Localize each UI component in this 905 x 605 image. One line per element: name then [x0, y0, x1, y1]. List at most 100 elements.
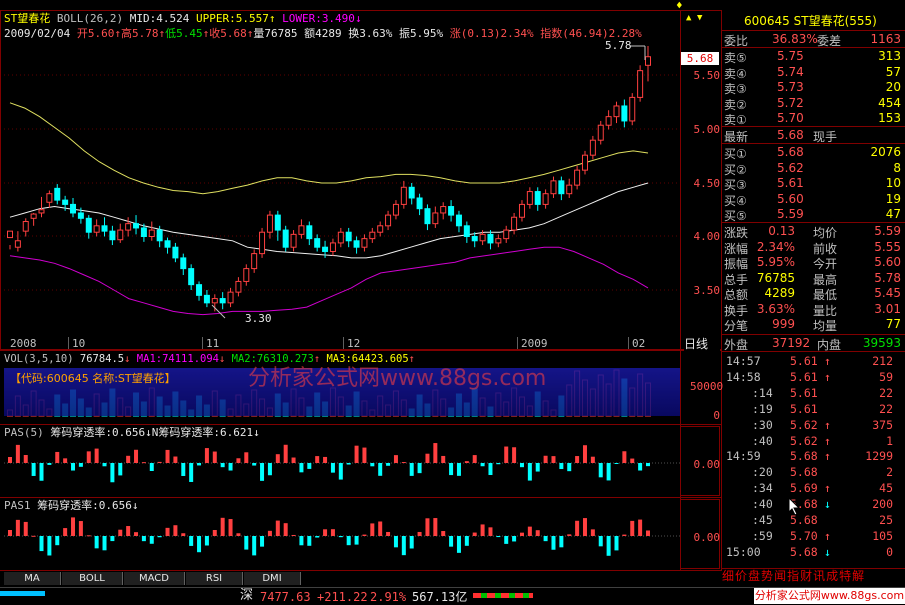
- tick-row[interactable]: :59 5.70 ↑ 105: [722, 529, 905, 545]
- tick-row[interactable]: 14:59 5.68 ↑ 1299: [722, 449, 905, 465]
- y-tick: 3.50: [693, 284, 721, 297]
- x-tick: 12: [347, 337, 361, 350]
- tick-arrow: ↑: [824, 481, 831, 496]
- pas-bar: [236, 458, 241, 463]
- pas-bar: [425, 518, 430, 536]
- tick-arrow: ↑: [824, 433, 831, 448]
- tab-ma[interactable]: MA: [4, 572, 61, 585]
- tick-row[interactable]: :20 5.68 2: [722, 465, 905, 481]
- candle: [109, 230, 116, 241]
- pas5-bars: [4, 443, 680, 483]
- rp-tab[interactable]: 盘: [748, 569, 760, 583]
- stat-row[interactable]: 换手 3.63% 量比 3.01: [722, 302, 905, 318]
- pas-bar: [370, 523, 375, 536]
- bid-row[interactable]: 买⑤ 5.59 47: [722, 207, 905, 223]
- pas-bar: [8, 530, 12, 536]
- pas-bar: [149, 463, 154, 472]
- candle: [369, 231, 376, 240]
- tick-price: 5.68: [790, 449, 818, 464]
- tick-volume: 105: [872, 528, 893, 543]
- ask-price: 5.75: [777, 49, 804, 63]
- rp-tab[interactable]: 财: [800, 569, 812, 583]
- ask-row[interactable]: 卖② 5.72 454: [722, 96, 905, 112]
- candle: [471, 236, 478, 242]
- ask-row[interactable]: 卖④ 5.74 57: [722, 65, 905, 81]
- pas-bar: [39, 536, 44, 552]
- candle: [93, 225, 100, 233]
- rp-tab[interactable]: 细: [722, 569, 734, 583]
- rp-tab[interactable]: 指: [787, 569, 799, 583]
- ask-row[interactable]: 卖③ 5.73 20: [722, 80, 905, 96]
- pas-bar: [267, 463, 272, 476]
- pas-bar: [86, 535, 91, 537]
- rp-tab[interactable]: 势: [761, 569, 773, 583]
- pas-bar: [31, 535, 36, 537]
- date-separator: [343, 337, 344, 349]
- ask-price: 5.70: [777, 111, 804, 125]
- bid-row[interactable]: 买③ 5.61 10: [722, 176, 905, 192]
- tick-row[interactable]: :14 5.61 22: [722, 386, 905, 402]
- pas-bar: [630, 520, 635, 536]
- stat-row[interactable]: 总手 76785 最高 5.78: [722, 271, 905, 287]
- ask-row[interactable]: 卖⑤ 5.75 313: [722, 49, 905, 65]
- stat-row[interactable]: 涨幅 2.34% 前收 5.55: [722, 240, 905, 256]
- tab-dmi[interactable]: DMI: [244, 572, 301, 585]
- bid-row[interactable]: 买① 5.68 2076: [722, 145, 905, 161]
- date-separator: [628, 337, 629, 349]
- tick-row[interactable]: 14:58 5.61 ↑ 59: [722, 370, 905, 386]
- tick-row[interactable]: :40 5.62 ↑ 1: [722, 434, 905, 450]
- tick-price: 5.68: [790, 465, 818, 480]
- status-bar-left-strip: [0, 591, 45, 596]
- candle: [38, 209, 45, 214]
- rp-tab[interactable]: 讯: [813, 569, 825, 583]
- candle: [385, 214, 392, 227]
- tick-row[interactable]: 15:00 5.68 ↓ 0: [722, 545, 905, 561]
- tick-arrow: ↑: [824, 417, 831, 432]
- pas-bar: [488, 463, 493, 476]
- pas-bar: [480, 463, 485, 467]
- footer-site[interactable]: 分析家公式网www.88gs.com: [754, 588, 905, 604]
- pas-bar: [464, 536, 469, 546]
- stat-row[interactable]: 总额 4289 最低 5.45: [722, 286, 905, 302]
- candle: [589, 139, 596, 156]
- candle: [629, 96, 636, 122]
- rp-tab[interactable]: 成: [826, 569, 838, 583]
- candle: [172, 246, 179, 259]
- pas-bar: [157, 536, 162, 538]
- stat-row[interactable]: 振幅 5.95% 今开 5.60: [722, 255, 905, 271]
- tick-row[interactable]: 14:57 5.61 ↑ 212: [722, 354, 905, 370]
- boll-lines: [9, 102, 649, 316]
- last-row: 最新 5.68 现手: [722, 128, 905, 144]
- pas-bar: [323, 529, 328, 536]
- ask-row[interactable]: 卖① 5.70 153: [722, 111, 905, 127]
- pas-bar: [496, 463, 501, 465]
- tick-row[interactable]: :40 5.68 ↓ 200: [722, 497, 905, 513]
- tab-macd[interactable]: MACD: [124, 572, 185, 585]
- stat-row[interactable]: 涨跌 0.13 均价 5.59: [722, 224, 905, 240]
- tab-rsi[interactable]: RSI: [186, 572, 243, 585]
- tab-boll[interactable]: BOLL: [62, 572, 123, 585]
- rp-tab[interactable]: 解: [852, 569, 864, 583]
- pas-bar: [519, 463, 524, 468]
- tick-row[interactable]: :19 5.61 22: [722, 402, 905, 418]
- rp-tab[interactable]: 特: [839, 569, 851, 583]
- tick-row[interactable]: :45 5.68 25: [722, 513, 905, 529]
- pas-bar: [535, 530, 540, 536]
- pas-bar: [31, 463, 36, 476]
- stat-row[interactable]: 分笔 999 均量 77: [722, 317, 905, 333]
- rp-tab[interactable]: 价: [735, 569, 747, 583]
- tick-row[interactable]: :30 5.62 ↑ 375: [722, 418, 905, 434]
- bid-row[interactable]: 买④ 5.60 19: [722, 192, 905, 208]
- rp-tab[interactable]: 闻: [774, 569, 786, 583]
- pas-bar: [543, 536, 548, 542]
- pas-bar: [102, 536, 107, 551]
- day-label[interactable]: 日线: [684, 338, 720, 351]
- tick-volume: 45: [879, 481, 893, 496]
- tick-row[interactable]: :34 5.69 ↑ 45: [722, 481, 905, 497]
- bid-row[interactable]: 买② 5.62 8: [722, 161, 905, 177]
- pas-bar: [590, 456, 595, 463]
- pas-bar: [63, 458, 68, 463]
- pas-bar: [441, 455, 446, 463]
- pas-bar: [260, 463, 265, 481]
- candle: [306, 225, 313, 240]
